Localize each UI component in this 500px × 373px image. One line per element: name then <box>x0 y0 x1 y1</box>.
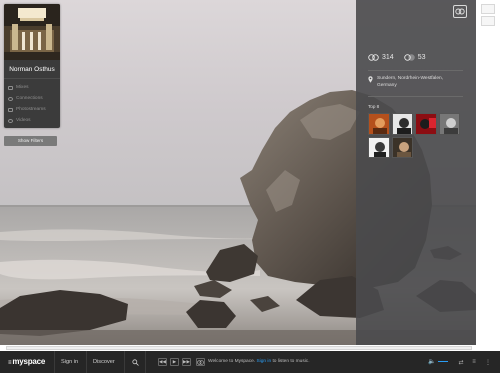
volume-control[interactable]: 🔈 <box>428 358 449 365</box>
horizontal-scrollbar[interactable] <box>6 346 472 350</box>
welcome-message: Welcome to Myspace. Sign in to listen to… <box>208 359 310 364</box>
welcome-sign-in-link[interactable]: Sign in <box>256 359 271 364</box>
profile-menu-label: Connections <box>16 96 43 101</box>
shuffle-icon: ⇄ <box>458 359 464 366</box>
divider <box>368 70 463 71</box>
location: Sundern, Nordrhein-Westfalen, Germany <box>368 76 443 89</box>
equalizer-icon: ⋮ <box>485 359 491 366</box>
top8-grid <box>368 113 464 158</box>
side-tab-button[interactable] <box>481 4 495 14</box>
profile-menu-label: Mixes <box>16 85 29 90</box>
friend-avatar-2[interactable] <box>391 113 413 135</box>
profile-avatar[interactable] <box>4 4 60 60</box>
profile-card: Norman Osthus Mixes Connections Photostr… <box>4 4 60 128</box>
connections-count: 314 <box>382 54 394 61</box>
search-icon <box>131 358 139 366</box>
queue-button[interactable]: ≡ <box>470 358 478 366</box>
profile-menu-connections[interactable]: Connections <box>8 93 56 104</box>
friend-avatar-6[interactable] <box>391 136 413 158</box>
welcome-prefix: Welcome to Myspace. <box>208 359 256 364</box>
play-button[interactable]: ▶ <box>170 358 179 366</box>
connections-stat[interactable]: 314 <box>368 54 394 61</box>
player-bar: ≡myspace Sign in Discover ◀◀ ▶ ▶▶ Welcom… <box>0 351 500 373</box>
previous-button[interactable]: ◀◀ <box>158 358 167 366</box>
discover-link[interactable]: Discover <box>86 351 121 373</box>
volume-icon: 🔈 <box>428 359 436 365</box>
profile-info-panel: 314 53 Sundern, Nordrhein-Westfalen, Ger… <box>356 0 476 345</box>
myspace-logo[interactable]: ≡myspace <box>8 357 45 366</box>
connections-icon <box>8 96 13 101</box>
profile-menu-mixes[interactable]: Mixes <box>8 82 56 93</box>
profile-menu-photostreams[interactable]: Photostreams <box>8 104 56 115</box>
next-button[interactable]: ▶▶ <box>182 358 191 366</box>
side-tab-button[interactable] <box>481 16 495 26</box>
connection-stats: 314 53 <box>368 54 425 61</box>
location-pin-icon <box>368 76 373 83</box>
profile-menu-videos[interactable]: Videos <box>8 115 56 126</box>
page-side-gutter <box>476 0 500 345</box>
location-line: Germany <box>377 82 397 88</box>
profile-menu-label: Photostreams <box>16 107 46 112</box>
location-line: Sundern, Nordrhein-Westfalen, <box>377 76 444 81</box>
connect-logo-button[interactable] <box>453 5 467 18</box>
search-button[interactable] <box>124 351 146 373</box>
logo-text: myspace <box>12 357 46 366</box>
play-icon: ▶ <box>172 359 177 364</box>
following-icon <box>403 54 415 61</box>
connections-icon <box>368 54 379 61</box>
show-filters-button[interactable]: Show Filters <box>4 136 57 146</box>
previous-icon: ◀◀ <box>159 359 166 364</box>
profile-menu: Mixes Connections Photostreams Videos <box>4 79 60 128</box>
friend-avatar-3[interactable] <box>415 113 437 135</box>
following-stat[interactable]: 53 <box>403 54 426 61</box>
welcome-suffix: to listen to music. <box>272 359 310 364</box>
connect-icon <box>197 359 204 365</box>
shuffle-button[interactable]: ⇄ <box>457 358 465 366</box>
next-icon: ▶▶ <box>183 359 190 364</box>
connect-icon <box>455 8 465 15</box>
myspace-mark-icon: ≡ <box>8 360 12 366</box>
connect-button[interactable] <box>196 358 205 366</box>
friend-avatar-4[interactable] <box>438 113 460 135</box>
top8-label: Top 8 <box>368 104 380 109</box>
photostreams-icon <box>8 107 13 112</box>
profile-menu-label: Videos <box>16 118 31 123</box>
queue-icon: ≡ <box>472 359 476 365</box>
following-count: 53 <box>417 54 426 61</box>
avatar-image <box>4 4 60 60</box>
sign-in-link[interactable]: Sign in <box>54 351 84 373</box>
divider <box>368 96 463 97</box>
mixes-icon <box>8 85 13 90</box>
friend-avatar-5[interactable] <box>368 136 390 158</box>
equalizer-button[interactable]: ⋮ <box>484 358 492 366</box>
videos-icon <box>8 118 13 123</box>
volume-slider[interactable] <box>438 360 449 363</box>
friend-avatar-1[interactable] <box>368 113 390 135</box>
profile-name: Norman Osthus <box>4 60 60 79</box>
